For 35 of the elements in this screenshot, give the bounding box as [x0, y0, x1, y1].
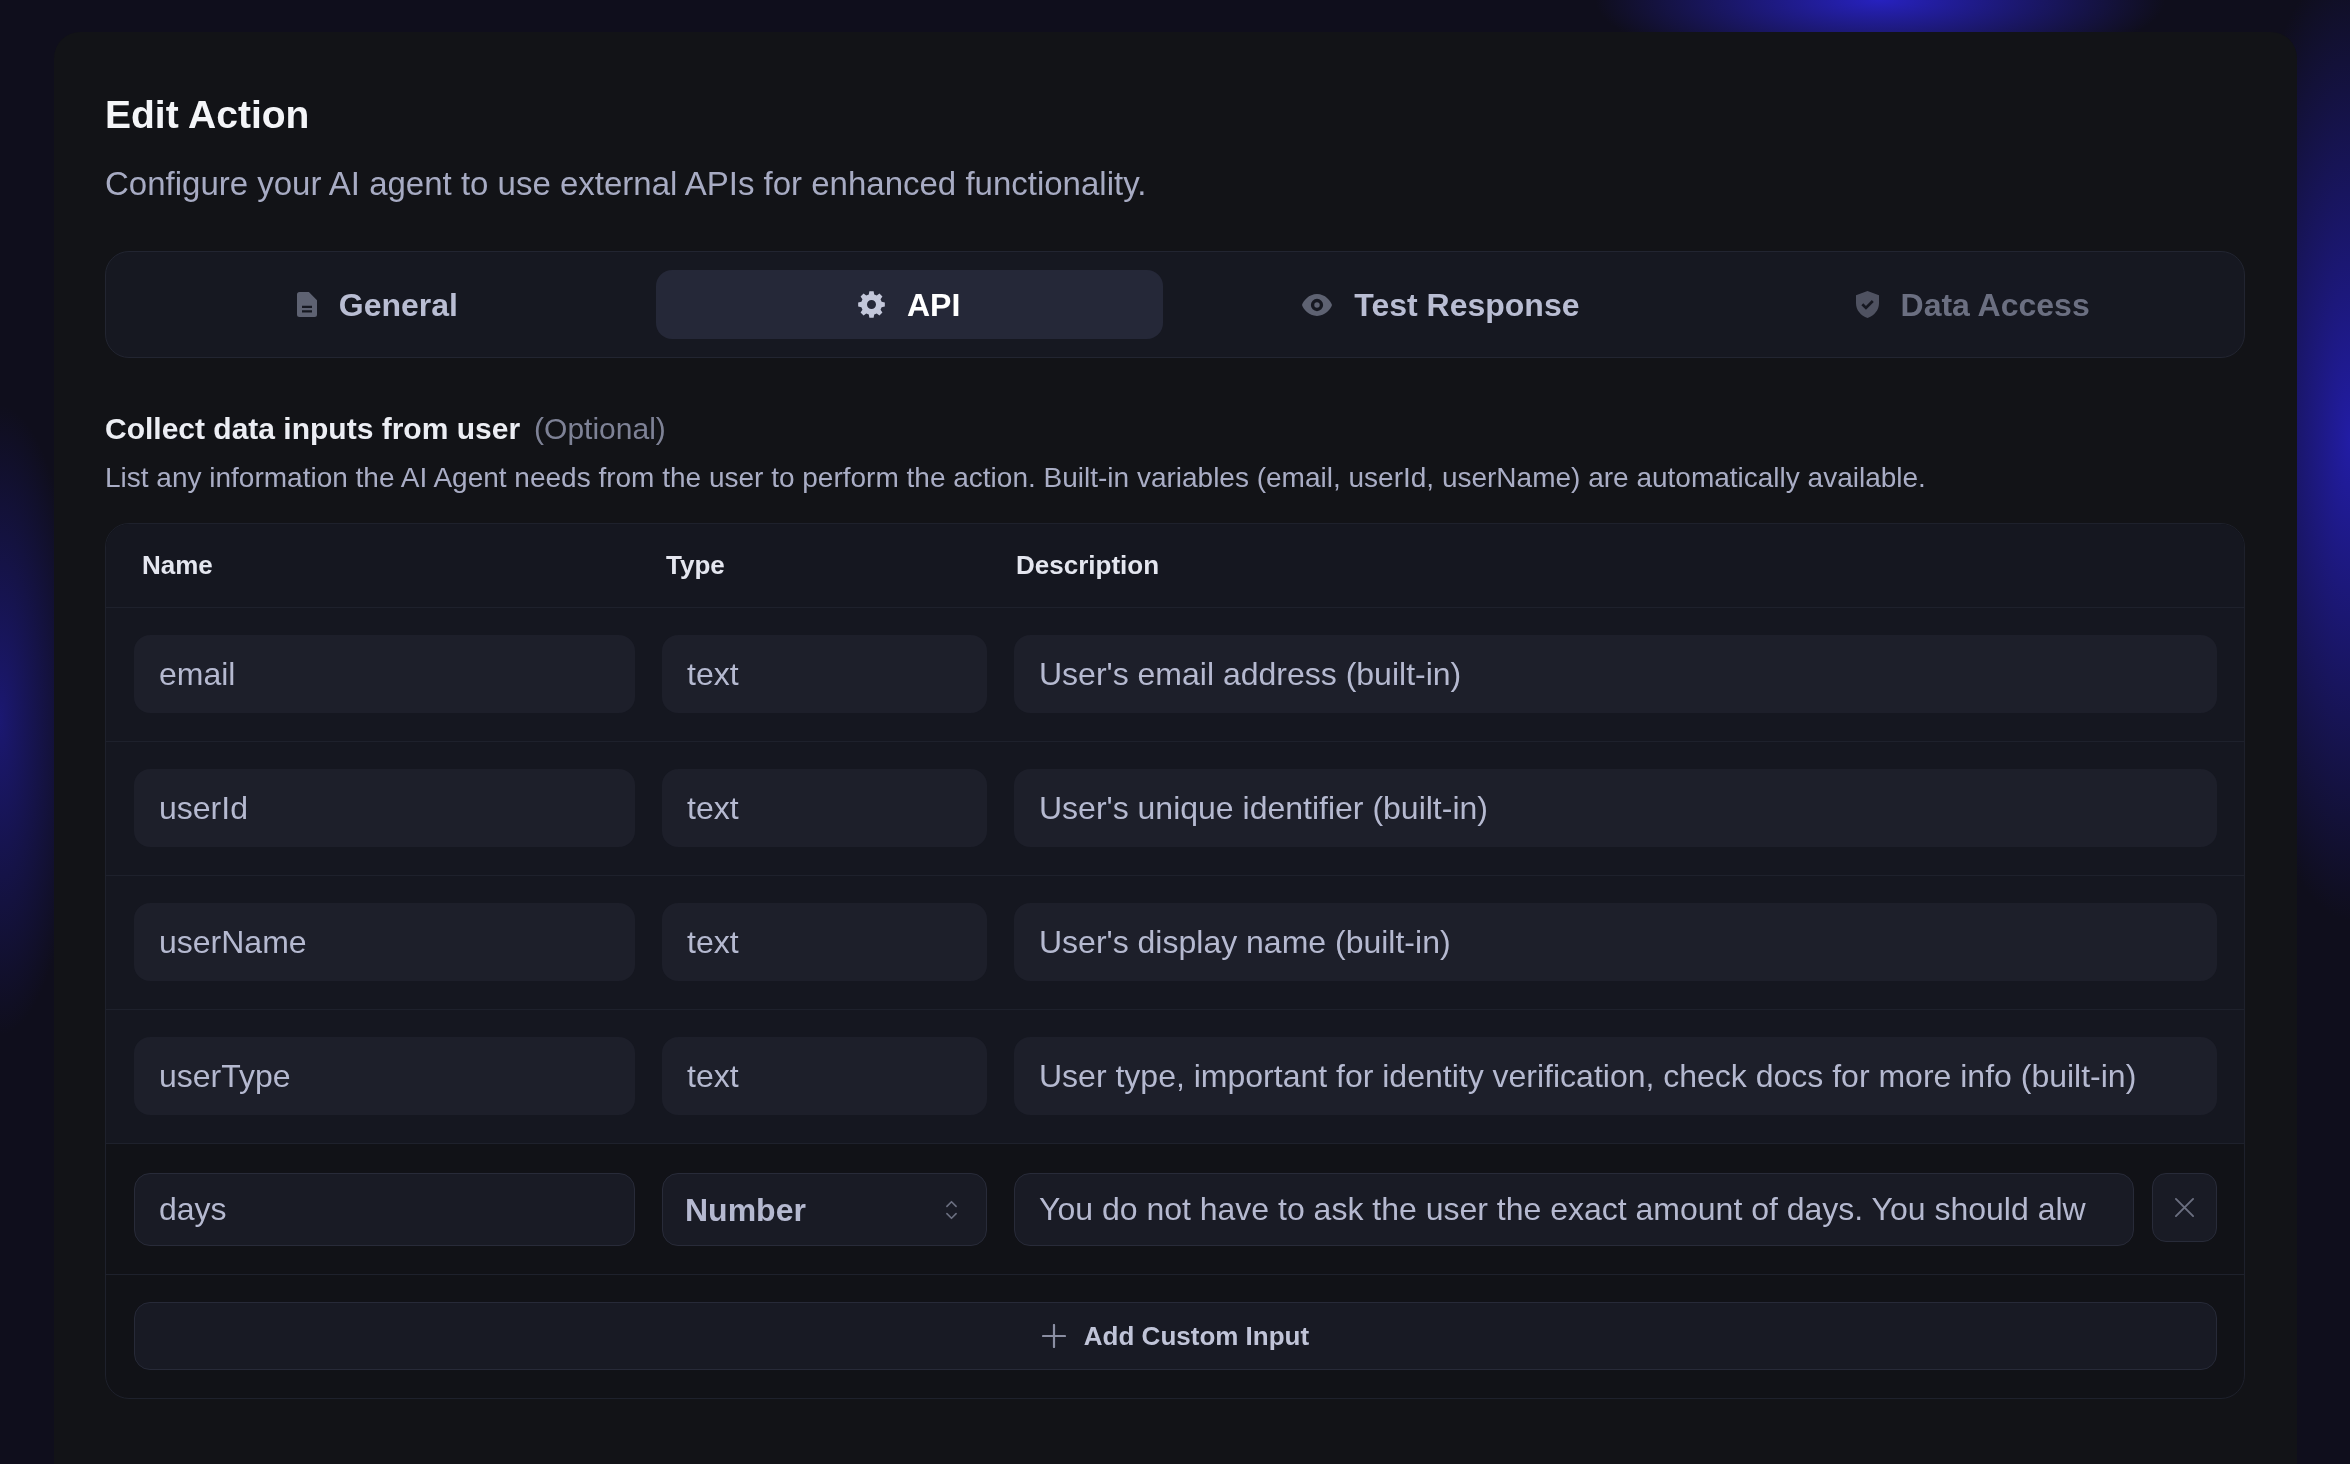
section-description: List any information the AI Agent needs from the user to perform the action. Built-in variables (email, userId, userName) are automatically available. [105, 461, 1927, 495]
dialog-subtitle: Configure your AI agent to use external APIs for enhanced functionality. [105, 164, 1148, 204]
column-header: Name [141, 550, 213, 580]
description-field[interactable]: User's display name (built-in) [1014, 903, 2217, 981]
description-field[interactable]: User's email address (built-in) [1014, 635, 2217, 713]
description-field[interactable]: User type, important for identity verification, check docs for more info (built-in) [1014, 1037, 2217, 1115]
name-field[interactable]: days [134, 1173, 635, 1246]
shield-check-icon [1855, 291, 1879, 318]
column-header: Type [665, 550, 725, 580]
type-field[interactable]: text [662, 635, 987, 713]
column-header: Description [1015, 549, 1160, 582]
name-field[interactable]: userType [134, 1037, 635, 1115]
plus-icon [1041, 1324, 1066, 1348]
tab[interactable]: API [655, 270, 1163, 339]
optional-note: (Optional) [534, 411, 666, 447]
tab[interactable]: General [124, 270, 631, 339]
name-field[interactable]: userName [134, 903, 635, 981]
description-field[interactable]: User's unique identifier (built-in) [1014, 769, 2217, 847]
tab[interactable]: Test Response [1187, 270, 1695, 339]
remove-button[interactable] [2152, 1173, 2217, 1242]
type-field[interactable]: text [662, 769, 987, 847]
eye-icon [1302, 293, 1333, 316]
dialog-title: Edit Action [105, 92, 311, 138]
document-icon [296, 292, 317, 317]
description-field[interactable]: You do not have to ask the user the exact amount of days. You should alw [1014, 1173, 2134, 1246]
section-title: Collect data inputs from user [105, 411, 521, 447]
type-field[interactable]: text [662, 1037, 987, 1115]
name-field[interactable]: email [134, 635, 635, 713]
close-icon [2174, 1197, 2195, 1218]
gear-icon [857, 291, 885, 318]
type-field[interactable]: text [662, 903, 987, 981]
name-field[interactable]: userId [134, 769, 635, 847]
chevron-updown-icon [945, 1198, 958, 1221]
type-select[interactable]: Number [662, 1173, 987, 1246]
add-input-button[interactable]: Add Custom Input [134, 1302, 2217, 1370]
